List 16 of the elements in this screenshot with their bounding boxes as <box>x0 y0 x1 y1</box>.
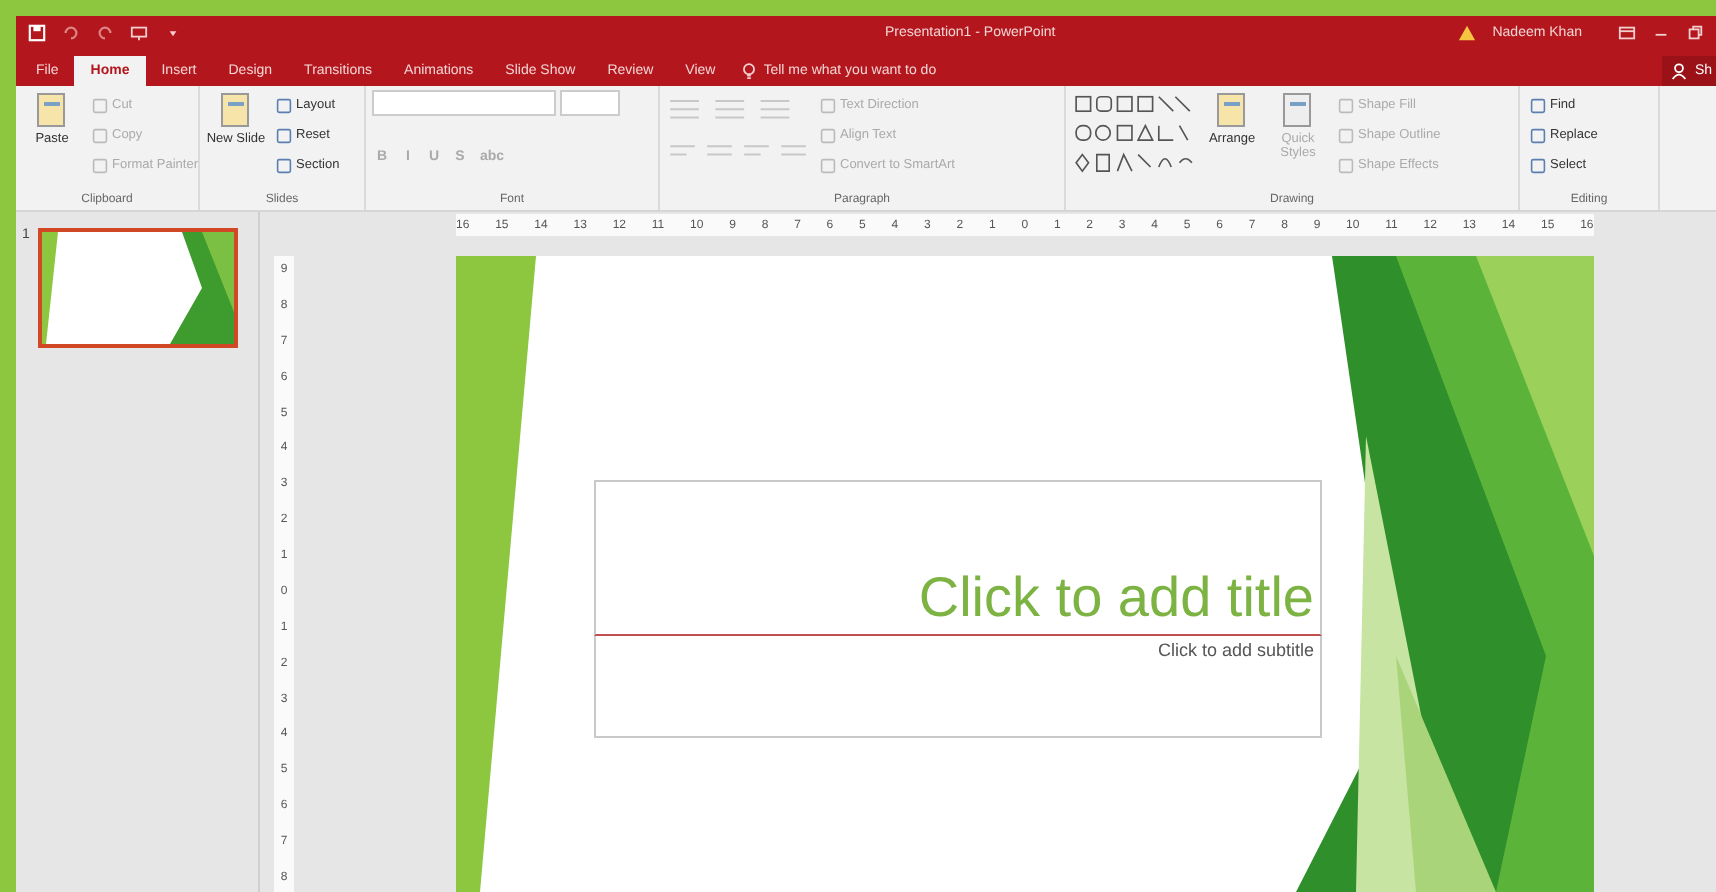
redo-icon[interactable] <box>96 24 114 42</box>
font-name-field[interactable] <box>372 90 556 116</box>
lightbulb-icon <box>739 62 758 80</box>
ribbon-display-icon[interactable] <box>1618 24 1636 42</box>
subtitle-placeholder[interactable]: Click to add subtitle <box>594 636 1322 738</box>
presentation-icon[interactable] <box>130 24 148 42</box>
restore-icon[interactable] <box>1686 24 1704 42</box>
slide-thumbnail[interactable] <box>37 228 238 348</box>
save-icon[interactable] <box>28 24 46 42</box>
slide-title: Click to add title <box>918 566 1314 630</box>
person-icon <box>1670 62 1689 80</box>
slide[interactable]: Click to add title Click to add subtitle <box>456 256 1594 892</box>
warning-icon <box>1458 24 1477 42</box>
undo-icon[interactable] <box>62 24 80 42</box>
font-size-field[interactable] <box>560 90 620 116</box>
slide-subtitle: Click to add subtitle <box>1157 640 1314 664</box>
